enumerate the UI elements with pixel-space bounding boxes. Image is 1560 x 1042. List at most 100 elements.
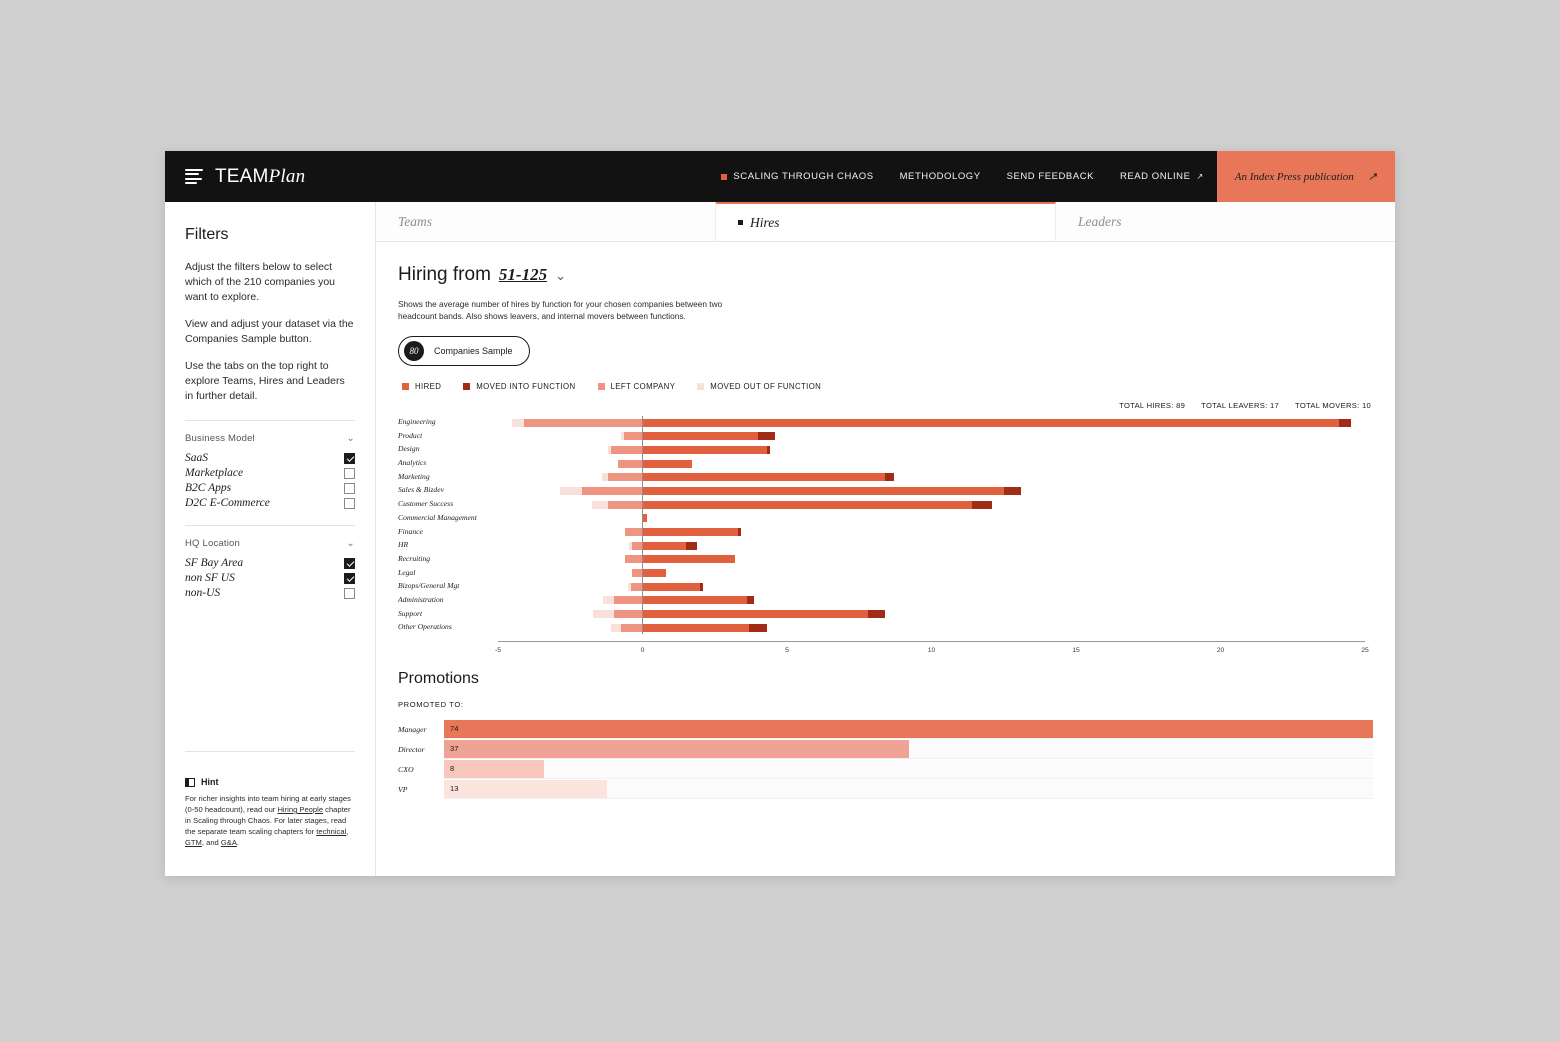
divider: [185, 525, 355, 526]
hint-link[interactable]: G&A: [221, 838, 237, 847]
bar-segment-moved-into-function: [766, 445, 770, 454]
legend-item-moved-out-of-function[interactable]: MOVED OUT OF FUNCTION: [697, 382, 821, 391]
promotion-row[interactable]: CXO 8: [398, 759, 1373, 779]
chart-totals: TOTAL HIRES: 89 TOTAL LEAVERS: 17 TOTAL MO…: [398, 401, 1371, 410]
chart-row[interactable]: Engineering: [398, 416, 1373, 430]
brand[interactable]: TEAMPlan: [185, 166, 305, 188]
checkbox-icon[interactable]: [344, 497, 355, 509]
divider: [185, 420, 355, 421]
publication-banner[interactable]: An Index Press publication ↗: [1216, 151, 1395, 202]
square-bullet-icon: [721, 173, 728, 180]
checkbox-icon[interactable]: [344, 452, 355, 464]
app-window: TEAMPlan SCALING THROUGH CHAOS METHODOLO…: [165, 151, 1395, 876]
tab-teams[interactable]: Teams: [376, 202, 716, 241]
chevron-down-icon[interactable]: ⌄: [346, 433, 355, 444]
legend-item-moved-into-function[interactable]: MOVED INTO FUNCTION: [463, 382, 575, 391]
checkbox-icon[interactable]: [344, 482, 355, 494]
external-link-icon: ↗: [1367, 171, 1377, 183]
promotion-bar: [444, 759, 545, 778]
nav-scaling-through-chaos[interactable]: SCALING THROUGH CHAOS: [708, 171, 886, 182]
chart-row[interactable]: Recruiting: [398, 553, 1373, 567]
chart-row-label: HR: [398, 540, 409, 550]
filter-option-marketplace[interactable]: Marketplace: [185, 467, 355, 479]
filter-option-sf-bay-area[interactable]: SF Bay Area: [185, 557, 355, 569]
tab-leaders[interactable]: Leaders: [1056, 202, 1395, 241]
chart-row[interactable]: HR: [398, 539, 1373, 553]
hint-text-run: .: [236, 838, 240, 847]
chart-row[interactable]: Customer Success: [398, 498, 1373, 512]
chart-row[interactable]: Design: [398, 443, 1373, 457]
brand-title-italic: Plan: [268, 165, 306, 187]
tab-hires[interactable]: Hires: [716, 202, 1056, 241]
chart-row[interactable]: Legal: [398, 567, 1373, 581]
hint-link[interactable]: technical: [316, 827, 346, 836]
bar-segment-hired: [642, 432, 759, 441]
nav-label: SCALING THROUGH CHAOS: [733, 171, 874, 182]
filter-option-saas[interactable]: SaaS: [185, 452, 355, 464]
chart-row-plot: [498, 567, 1365, 581]
chart-row-label: Finance: [398, 526, 423, 536]
app-body: Filters Adjust the filters below to sele…: [165, 202, 1395, 876]
chart-row[interactable]: Administration: [398, 594, 1373, 608]
filter-option-non-us[interactable]: non-US: [185, 587, 355, 599]
chart-row[interactable]: Support: [398, 608, 1373, 622]
hint-link[interactable]: GTM: [185, 838, 202, 847]
legend-item-left-company[interactable]: LEFT COMPANY: [597, 382, 676, 391]
chart-row-label: Engineering: [398, 417, 436, 426]
chart-row-label: Marketing: [398, 471, 430, 481]
promotion-bar: [444, 739, 909, 758]
promoted-to-label: PROMOTED TO:: [398, 700, 464, 709]
bar-segment-moved-into-function: [867, 610, 886, 619]
bar-segment-hired: [642, 473, 886, 482]
chart-row[interactable]: Marketing: [398, 471, 1373, 485]
chart-row[interactable]: Other Operations: [398, 621, 1373, 635]
chart-row[interactable]: Product: [398, 430, 1373, 444]
chart-row[interactable]: Bizops/General Mgt: [398, 580, 1373, 594]
hamburger-icon[interactable]: [185, 169, 203, 184]
filter-group-header-hq-location[interactable]: HQ Location ⌄: [185, 538, 355, 549]
legend-swatch-icon: [463, 383, 471, 390]
chart-row[interactable]: Finance: [398, 526, 1373, 540]
filter-option-label: SF Bay Area: [185, 557, 244, 569]
filter-option-d2c-ecommerce[interactable]: D2C E-Commerce: [185, 497, 355, 509]
bar-segment-left-company: [613, 610, 643, 619]
nav-methodology[interactable]: METHODOLOGY: [887, 171, 994, 182]
chevron-down-icon[interactable]: ⌄: [555, 268, 566, 284]
bar-segment-moved-into-function: [1003, 486, 1022, 495]
bar-segment-moved-out-of-function: [593, 610, 614, 619]
hint-title: Hint: [201, 777, 219, 787]
headcount-band-selector[interactable]: 51-125: [499, 265, 547, 285]
checkbox-icon[interactable]: [344, 572, 355, 584]
chart-row-plot: [498, 621, 1365, 635]
tab-label: Hires: [750, 214, 780, 230]
chart-row[interactable]: Sales & Bizdev: [398, 484, 1373, 498]
nav-send-feedback[interactable]: SEND FEEDBACK: [994, 171, 1107, 182]
filter-option-non-sf-us[interactable]: non SF US: [185, 572, 355, 584]
chevron-down-icon[interactable]: ⌄: [346, 538, 355, 549]
checkbox-icon[interactable]: [344, 587, 355, 599]
filter-group-header-business-model[interactable]: Business Model ⌄: [185, 433, 355, 444]
checkbox-icon[interactable]: [344, 467, 355, 479]
nav-label: SEND FEEDBACK: [1006, 171, 1094, 182]
promotion-value: 8: [450, 763, 455, 773]
legend-label: LEFT COMPANY: [610, 382, 676, 391]
checkbox-icon[interactable]: [344, 557, 355, 569]
bar-segment-left-company: [632, 541, 643, 550]
sidebar-paragraph-3: Use the tabs on the top right to explore…: [185, 360, 345, 402]
chart-row-plot: [498, 430, 1365, 444]
chart-row-label: Sales & Bizdev: [398, 485, 444, 495]
chart-row[interactable]: Analytics: [398, 457, 1373, 471]
promotion-row[interactable]: Manager 74: [398, 719, 1373, 739]
companies-sample-button[interactable]: 80 Companies Sample: [398, 336, 530, 366]
chart-row[interactable]: Commercial Management: [398, 512, 1373, 526]
filter-option-label: non-US: [185, 587, 221, 599]
chart-row-label: Design: [398, 444, 420, 454]
legend-item-hired[interactable]: HIRED: [402, 382, 441, 391]
nav-read-online[interactable]: READ ONLINE ↗: [1107, 171, 1217, 182]
filter-option-label: non SF US: [185, 572, 235, 584]
total-stat-1: TOTAL LEAVERS: 17: [1201, 401, 1280, 410]
filter-option-b2c-apps[interactable]: B2C Apps: [185, 482, 355, 494]
promotion-row[interactable]: Director 37: [398, 739, 1373, 759]
hint-link[interactable]: Hiring People: [277, 805, 323, 814]
promotion-row[interactable]: VP 13: [398, 779, 1373, 799]
